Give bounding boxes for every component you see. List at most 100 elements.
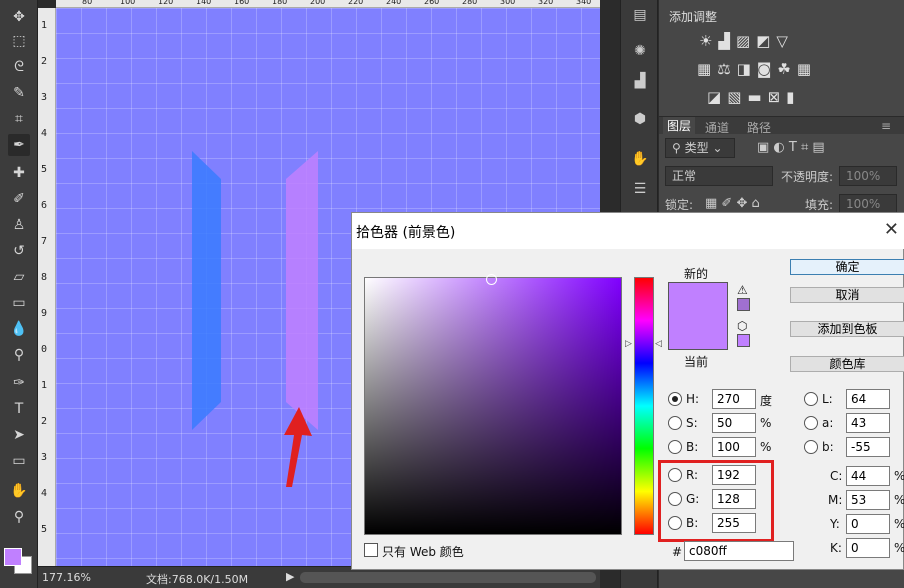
tool-presets-panel-icon[interactable]: ✋ (629, 148, 651, 170)
a-radio[interactable] (804, 416, 818, 430)
hue-slider[interactable] (634, 277, 654, 535)
y-input[interactable]: 0 (846, 514, 890, 534)
web-safe-color-swatch[interactable] (737, 334, 750, 347)
properties-panel-icon[interactable]: ☰ (629, 178, 651, 200)
clone-stamp-tool-icon[interactable]: ♙ (8, 214, 30, 236)
opacity-input[interactable]: 100% (839, 166, 897, 186)
panel-menu-icon[interactable]: ≡ (881, 119, 891, 133)
layer-kind-filter[interactable]: ⚲ 类型 ⌄ (665, 138, 735, 158)
lock-icons[interactable]: ▦ ✐ ✥ ⌂ (705, 196, 760, 211)
tab-channels[interactable]: 通道 (705, 119, 729, 136)
3d-panel-icon[interactable]: ⬢ (629, 108, 651, 130)
layer-filter-icons[interactable]: ▣ ◐ T ⌗ ▤ (757, 140, 825, 155)
web-safe-warning-icon[interactable]: ⬡ (737, 319, 747, 333)
zoom-tool-icon[interactable]: ⚲ (8, 506, 30, 528)
history-brush-tool-icon[interactable]: ↺ (8, 240, 30, 262)
pen-tool-icon[interactable]: ✑ (8, 372, 30, 394)
new-current-swatch[interactable] (668, 282, 728, 350)
b-radio[interactable] (668, 440, 682, 454)
hue-slider-left-arrow-icon[interactable]: ▷ (625, 339, 632, 349)
quick-select-tool-icon[interactable]: ✎ (8, 82, 30, 104)
c-input[interactable]: 44 (846, 466, 890, 486)
levels-icon[interactable]: ▟ (718, 32, 730, 50)
color-lookup-icon[interactable]: ▦ (797, 60, 811, 78)
a-input[interactable]: 43 (846, 413, 890, 433)
hex-label: # (672, 545, 683, 559)
histogram-panel-icon[interactable]: ▟ (629, 70, 651, 92)
gradient-tool-icon[interactable]: ▭ (8, 292, 30, 314)
l-input[interactable]: 64 (846, 389, 890, 409)
posterize-icon[interactable]: ▧ (727, 88, 741, 106)
selective-color-icon[interactable]: ⊠ (768, 88, 781, 106)
current-color-label: 当前 (684, 355, 709, 369)
gradient-map-icon[interactable]: ▮ (786, 88, 794, 106)
c-unit: % (894, 469, 904, 483)
eraser-tool-icon[interactable]: ▱ (8, 266, 30, 288)
color-field-marker[interactable] (486, 274, 497, 285)
hand-tool-icon[interactable]: ✋ (8, 480, 30, 502)
h-radio[interactable] (668, 392, 682, 406)
vibrance-icon[interactable]: ▽ (776, 32, 788, 50)
exposure-icon[interactable]: ◩ (756, 32, 770, 50)
marquee-tool-icon[interactable]: ⬚ (8, 30, 30, 52)
channel-mixer-icon[interactable]: ☘ (777, 60, 790, 78)
brush-tool-icon[interactable]: ✐ (8, 188, 30, 210)
hue-saturation-icon[interactable]: ▦ (697, 60, 711, 78)
out-of-gamut-warning-icon[interactable]: ⚠ (737, 283, 748, 297)
black-white-icon[interactable]: ◨ (737, 60, 751, 78)
lasso-tool-icon[interactable]: ᘓ (8, 56, 30, 78)
b-input[interactable]: 100 (712, 437, 756, 457)
path-selection-tool-icon[interactable]: ➤ (8, 424, 30, 446)
type-tool-icon[interactable]: T (8, 398, 30, 420)
ruler-tick-label: 280 (462, 0, 478, 6)
eyedropper-tool-icon[interactable]: ✒ (8, 134, 30, 156)
lab-b-radio[interactable] (804, 440, 818, 454)
ok-button[interactable]: 确定 (790, 259, 904, 275)
dodge-tool-icon[interactable]: ⚲ (8, 344, 30, 366)
y-label: Y: (830, 517, 840, 531)
tab-layers[interactable]: 图层 (663, 117, 696, 135)
h-input[interactable]: 270 (712, 389, 756, 409)
photo-filter-icon[interactable]: ◙ (757, 60, 772, 78)
l-radio[interactable] (804, 392, 818, 406)
brightness-icon[interactable]: ☀ (699, 32, 712, 50)
tab-paths[interactable]: 路径 (747, 119, 771, 136)
a-label: a: (822, 416, 834, 430)
navigator-panel-icon[interactable]: ✺ (629, 40, 651, 62)
hex-input[interactable]: c080ff (684, 541, 794, 561)
color-field[interactable] (364, 277, 622, 535)
history-panel-icon[interactable]: ▤ (629, 4, 651, 26)
m-input[interactable]: 53 (846, 490, 890, 510)
zoom-level[interactable]: 177.16% (42, 571, 91, 584)
h-unit: 度 (760, 394, 773, 408)
ruler-tick-label: 2 (41, 416, 48, 427)
adjustments-title: 添加调整 (669, 10, 718, 24)
status-menu-arrow-icon[interactable]: ▶ (286, 570, 294, 583)
gamut-color-swatch[interactable] (737, 298, 750, 311)
blur-tool-icon[interactable]: 💧 (8, 318, 30, 340)
hue-slider-right-arrow-icon[interactable]: ◁ (655, 339, 662, 349)
cancel-button[interactable]: 取消 (790, 287, 904, 303)
fill-input[interactable]: 100% (839, 194, 897, 214)
crop-tool-icon[interactable]: ⌗ (8, 108, 30, 130)
l-label: L: (822, 392, 833, 406)
k-input[interactable]: 0 (846, 538, 890, 558)
add-to-swatches-button[interactable]: 添加到色板 (790, 321, 904, 337)
s-radio[interactable] (668, 416, 682, 430)
close-icon[interactable]: ✕ (884, 219, 899, 240)
invert-icon[interactable]: ◪ (707, 88, 721, 106)
web-colors-only-checkbox[interactable] (364, 543, 378, 557)
purple-bar-shape (286, 151, 318, 430)
s-input[interactable]: 50 (712, 413, 756, 433)
horizontal-scrollbar[interactable] (300, 572, 596, 583)
lab-b-input[interactable]: -55 (846, 437, 890, 457)
rectangle-tool-icon[interactable]: ▭ (8, 450, 30, 472)
color-balance-icon[interactable]: ⚖ (717, 60, 730, 78)
healing-brush-tool-icon[interactable]: ✚ (8, 162, 30, 184)
curves-icon[interactable]: ▨ (736, 32, 750, 50)
color-libraries-button[interactable]: 颜色库 (790, 356, 904, 372)
blend-mode-select[interactable]: 正常 (665, 166, 773, 186)
threshold-icon[interactable]: ▬ (747, 88, 761, 106)
move-tool-icon[interactable]: ✥ (8, 6, 30, 28)
foreground-color-swatch[interactable] (4, 548, 22, 566)
